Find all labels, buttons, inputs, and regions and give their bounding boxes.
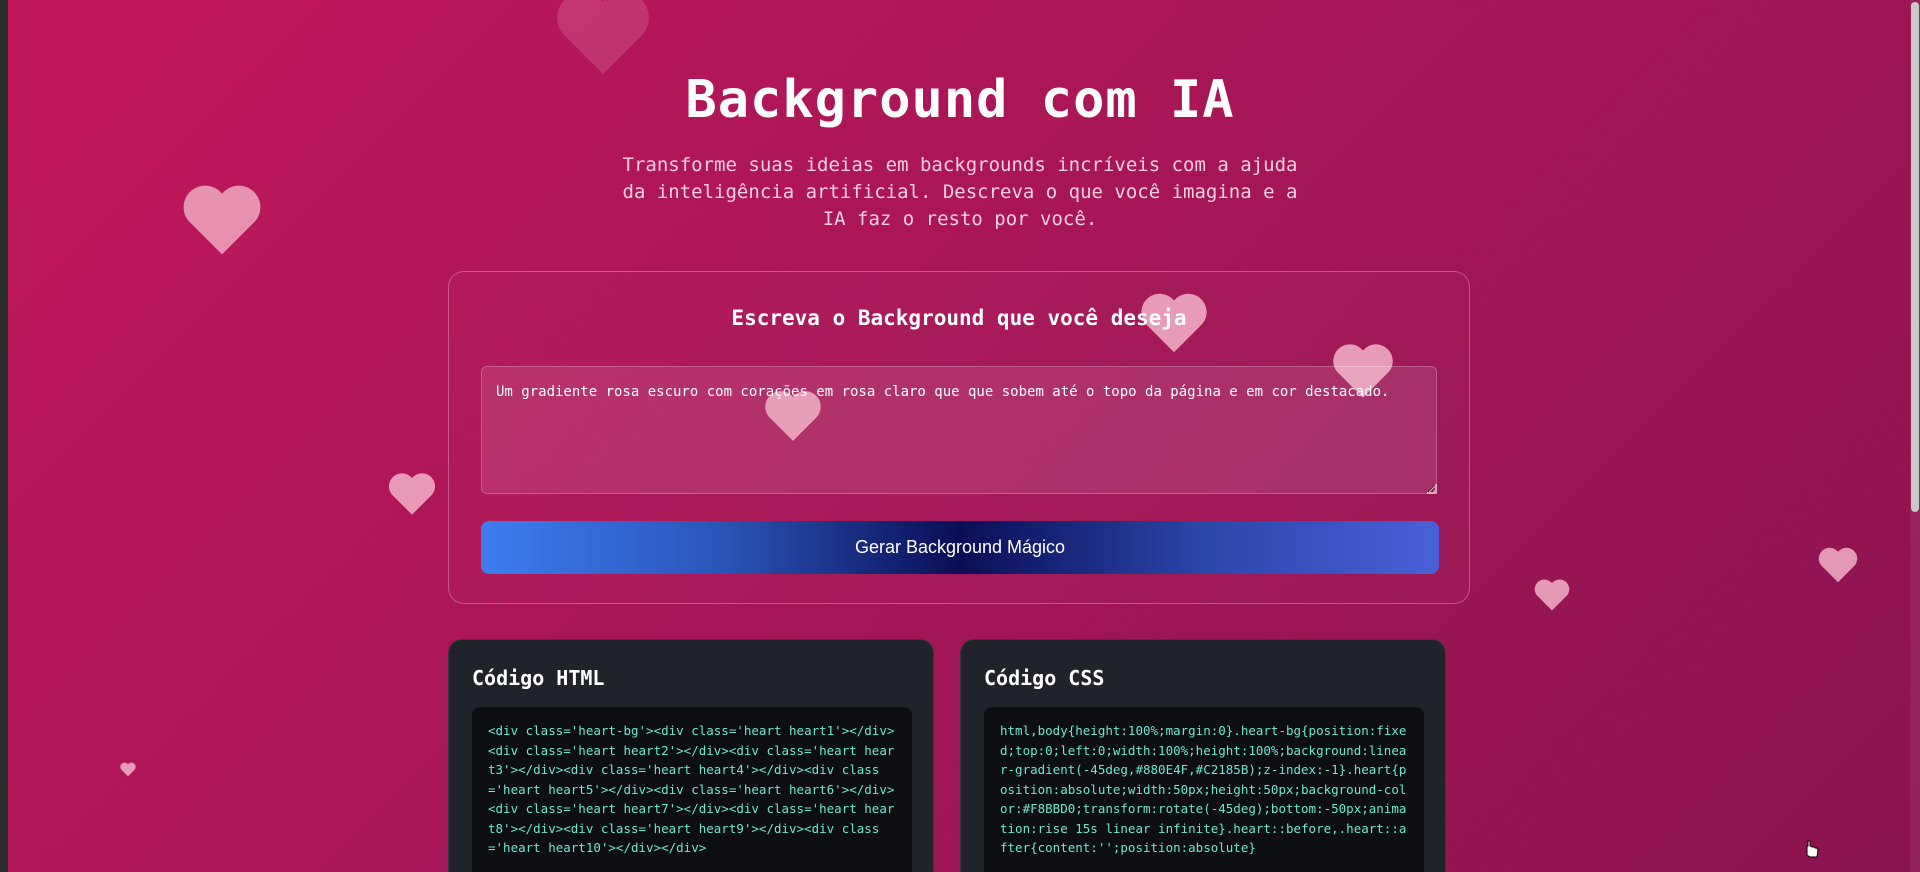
css-code-heading: Código CSS [984,666,1105,690]
prompt-panel-heading: Escreva o Background que você deseja [731,306,1187,330]
heart-icon [1534,578,1570,612]
html-code-heading: Código HTML [472,666,605,690]
scrollbar-track[interactable] [1910,0,1920,872]
scrollbar-thumb[interactable] [1911,2,1919,512]
html-code-block[interactable]: <div class='heart-bg'><div class='heart … [472,707,912,872]
page-title: Background com IA [685,70,1235,130]
heart-icon [1818,546,1858,584]
html-code-card: Código HTML <div class='heart-bg'><div c… [448,639,934,872]
cursor-icon [1804,840,1820,858]
css-code-card: Código CSS html,body{height:100%;margin:… [960,639,1446,872]
heart-icon [182,184,262,256]
heart-icon [120,762,136,777]
html-code-text: <div class='heart-bg'><div class='heart … [488,723,895,855]
css-code-text: html,body{height:100%;margin:0}.heart-bg… [1000,723,1407,855]
heart-icon [552,0,654,76]
page-subtitle: Transforme suas ideias em backgrounds in… [622,154,1298,230]
generate-background-button[interactable]: Gerar Background Mágico [481,521,1439,574]
window-left-edge [0,0,8,872]
prompt-panel: Escreva o Background que você deseja Um … [448,271,1470,604]
background-prompt-textarea[interactable]: Um gradiente rosa escuro com corações em… [481,366,1437,494]
heart-icon [388,472,436,516]
resize-grip-icon[interactable] [1427,484,1437,494]
css-code-block[interactable]: html,body{height:100%;margin:0}.heart-bg… [984,707,1424,872]
